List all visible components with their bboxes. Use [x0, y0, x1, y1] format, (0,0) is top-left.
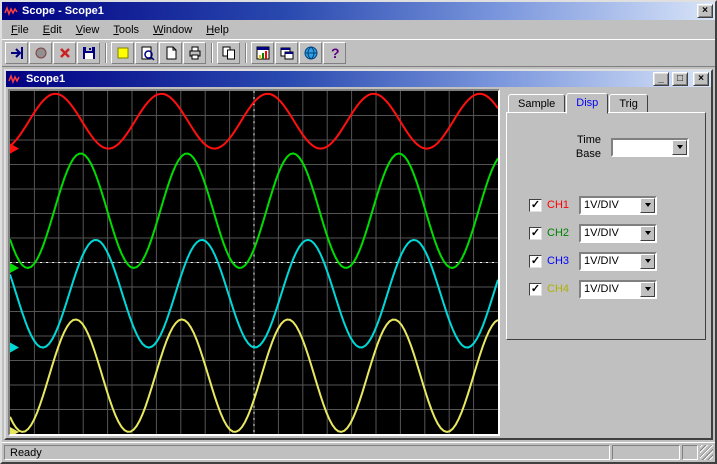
menu-help[interactable]: Help [199, 22, 236, 38]
preview-button[interactable] [135, 42, 158, 64]
tab-trig[interactable]: Trig [609, 94, 648, 114]
exit-icon [10, 47, 23, 59]
scope1-title: Scope1 [26, 73, 66, 85]
main-window: Scope - Scope1 × File Edit View Tools Window… [0, 0, 717, 464]
channel-list: ✓ CH1 1V/DIV ✓ CH2 1V/DIV ✓ CH3 1V/DIV ✓ CH4 1V/DIV [517, 195, 695, 299]
chevron-down-icon[interactable] [640, 253, 655, 269]
close-button[interactable]: × [697, 4, 713, 18]
help-button[interactable]: ? [323, 42, 346, 64]
page-icon [166, 46, 176, 60]
scope-display [8, 89, 500, 436]
scope1-window: Scope1 _ □ × SampleDispTrig Time Base [4, 69, 713, 440]
channel-row-ch1: ✓ CH1 1V/DIV [529, 195, 689, 215]
ch4-label: CH4 [547, 283, 570, 296]
preview-icon [141, 46, 155, 61]
ch2-label: CH2 [547, 227, 570, 240]
ch3-scale-value: 1V/DIV [584, 254, 619, 267]
toolbar-separator [211, 43, 213, 63]
record-icon [35, 47, 46, 59]
toolbar: ? [2, 39, 715, 67]
minimize-button[interactable]: _ [653, 72, 669, 86]
timebase-combobox[interactable] [611, 137, 689, 157]
ch2-scale-value: 1V/DIV [584, 226, 619, 239]
print-icon [189, 46, 200, 60]
ch1-checkbox[interactable]: ✓ [529, 198, 542, 212]
chevron-down-icon[interactable] [640, 281, 655, 297]
tab-disp[interactable]: Disp [566, 93, 609, 114]
scope1-body: Sample Disp Trig Time Base ✓ CH1 1V/DIV ✓ CH2 1… [6, 87, 711, 438]
mdi-area: Scope1 _ □ × SampleDispTrig Time Base [2, 67, 715, 442]
tab-sample[interactable]: Sample [508, 94, 566, 114]
ch3-checkbox[interactable]: ✓ [529, 254, 542, 268]
bookmark-button[interactable] [111, 42, 134, 64]
status-panel-2 [612, 445, 680, 460]
save-button[interactable] [77, 42, 100, 64]
scope1-titlebar[interactable]: Scope1 _ □ × [6, 71, 711, 87]
control-panel: Sample Disp Trig Time Base ✓ CH1 1V/DIV ✓ CH2 1… [503, 89, 709, 436]
waveform-plot [10, 91, 498, 434]
bookmark-icon [117, 47, 128, 59]
ch4-checkbox[interactable]: ✓ [529, 282, 542, 296]
web-help-icon [304, 46, 317, 60]
toolbar-separator [105, 43, 107, 63]
chevron-down-icon[interactable] [640, 197, 655, 213]
resize-grip[interactable] [700, 445, 713, 460]
status-text: Ready [4, 445, 610, 460]
svg-text:?: ? [331, 45, 340, 61]
ch4-scale-combobox[interactable]: 1V/DIV [579, 279, 657, 299]
ch3-scale-combobox[interactable]: 1V/DIV [579, 251, 657, 271]
windows-icon [280, 47, 293, 60]
channel-row-ch3: ✓ CH3 1V/DIV [529, 251, 689, 271]
save-icon [82, 47, 95, 59]
timebase-value [613, 140, 672, 155]
status-panel-3 [682, 445, 698, 460]
toolbar-separator [245, 43, 247, 63]
chevron-down-icon[interactable] [640, 225, 655, 241]
timebase-label: Time Base [575, 134, 601, 161]
chevron-down-icon[interactable] [672, 139, 687, 155]
channel-row-ch2: ✓ CH2 1V/DIV [529, 223, 689, 243]
timebase-row: Time Base [517, 133, 689, 162]
web-help-button[interactable] [299, 42, 322, 64]
ch4-scale-value: 1V/DIV [584, 282, 619, 295]
chart-button[interactable] [251, 42, 274, 64]
delete-icon [59, 48, 70, 58]
app-icon [4, 4, 19, 19]
tab-strip: Sample Disp Trig [506, 93, 706, 114]
menu-bar: File Edit View Tools Window Help [2, 20, 715, 39]
chart-icon [256, 46, 269, 60]
disp-tab-page: Time Base ✓ CH1 1V/DIV ✓ CH2 1V/DIV ✓ CH3 1V/DIV… [506, 112, 706, 340]
copy-icon [222, 46, 235, 60]
ch2-scale-combobox[interactable]: 1V/DIV [579, 223, 657, 243]
window-title: Scope - Scope1 [22, 5, 104, 17]
ch2-checkbox[interactable]: ✓ [529, 226, 542, 240]
ch1-label: CH1 [547, 199, 570, 212]
ch3-label: CH3 [547, 255, 570, 268]
windows-button[interactable] [275, 42, 298, 64]
help-icon: ? [331, 45, 340, 61]
copy-button[interactable] [217, 42, 240, 64]
scope1-icon [8, 72, 23, 87]
menu-window[interactable]: Window [146, 22, 199, 38]
delete-button[interactable] [53, 42, 76, 64]
ch1-scale-value: 1V/DIV [584, 198, 619, 211]
maximize-button[interactable]: □ [672, 72, 688, 86]
page-button[interactable] [159, 42, 182, 64]
record-button[interactable] [29, 42, 52, 64]
main-titlebar[interactable]: Scope - Scope1 × [2, 2, 715, 20]
ch1-scale-combobox[interactable]: 1V/DIV [579, 195, 657, 215]
exit-button[interactable] [5, 42, 28, 64]
child-close-button[interactable]: × [693, 72, 709, 86]
channel-row-ch4: ✓ CH4 1V/DIV [529, 279, 689, 299]
print-button[interactable] [183, 42, 206, 64]
status-bar: Ready [2, 442, 715, 462]
menu-tools[interactable]: Tools [106, 22, 146, 38]
menu-edit[interactable]: Edit [36, 22, 69, 38]
menu-file[interactable]: File [4, 22, 36, 38]
menu-view[interactable]: View [69, 22, 107, 38]
